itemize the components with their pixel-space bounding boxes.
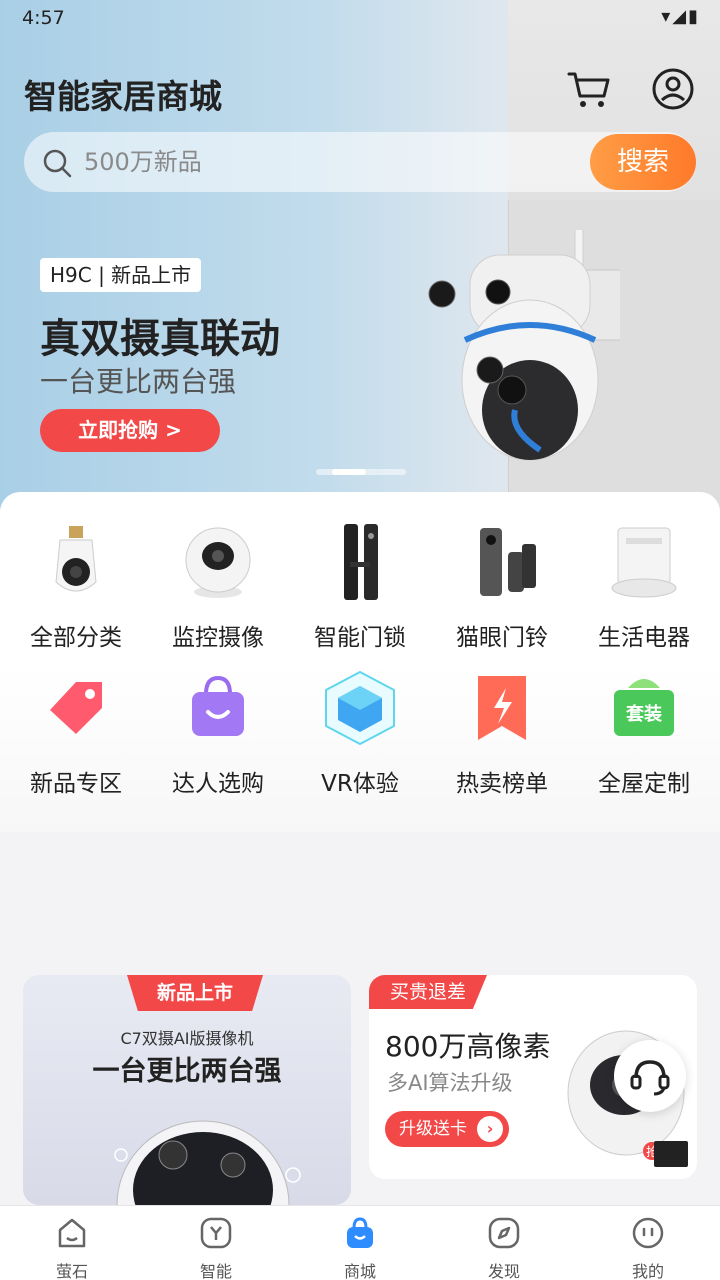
buy-now-button[interactable]: 立即抢购 > (40, 409, 220, 452)
package-label: 套装 (626, 703, 662, 725)
tag-icon (50, 682, 102, 734)
carousel-indicator (316, 469, 406, 475)
bookmark-flash-icon (478, 676, 526, 740)
category-appliances[interactable]: 生活电器 (574, 522, 714, 652)
tab-mine[interactable]: 我的 (598, 1216, 698, 1280)
smart-lock-icon (344, 524, 378, 600)
tab-discover[interactable]: 发现 (454, 1216, 554, 1280)
promo-subtitle: 多AI算法升级 (387, 1071, 513, 1095)
carousel-active-dot (332, 469, 366, 475)
category-label: 全屋定制 (598, 771, 690, 797)
bulb-camera-icon (55, 526, 97, 592)
bottom-tab-bar: 萤石 智能 商城 发现 我的 (0, 1205, 720, 1280)
hero-banner[interactable]: 4:57 ▾◢▮ 智能家居商城 搜索 H9C | 新品上市 真双摄真联动 一台更… (0, 0, 720, 510)
search-icon (43, 149, 72, 178)
compass-icon (488, 1217, 520, 1249)
cart-icon[interactable] (566, 66, 612, 112)
category-label: 新品专区 (30, 771, 122, 797)
category-label: 全部分类 (30, 625, 122, 651)
customer-service-button[interactable] (614, 1040, 686, 1112)
dual-camera-image (428, 230, 620, 461)
promo-title: 800万高像素 (385, 1030, 551, 1063)
category-all[interactable]: 全部分类 (6, 522, 146, 652)
category-smart-lock[interactable]: 智能门锁 (290, 522, 430, 652)
category-whole-home[interactable]: 套装 全屋定制 (574, 668, 714, 798)
status-icons: ▾◢▮ (661, 6, 700, 27)
shopping-bag-icon (192, 675, 244, 736)
banner-headline: 真双摄真联动 (40, 316, 280, 362)
smart-icon (200, 1217, 232, 1249)
promo-card-new[interactable]: 新品上市 C7双摄AI版摄像机 一台更比两台强 (23, 975, 351, 1205)
home-icon (58, 1218, 86, 1248)
banner-subline: 一台更比两台强 (40, 365, 237, 398)
promo-ribbon: 新品上市 (127, 975, 263, 1011)
search-bar: 搜索 (24, 132, 696, 192)
tab-label: 萤石 (55, 1262, 88, 1280)
dome-camera-icon (185, 527, 251, 598)
category-panel: 全部分类 监控摄像 智能门锁 猫眼门铃 生活电器 新品专区 达人选购 VR体验 … (0, 492, 720, 832)
doorbell-icon (480, 528, 536, 596)
profile-face-icon (632, 1217, 664, 1249)
category-expert-picks[interactable]: 达人选购 (148, 668, 288, 798)
mall-bag-icon (347, 1217, 373, 1248)
tab-label: 智能 (199, 1262, 232, 1280)
tab-label: 发现 (487, 1262, 520, 1280)
category-label: 猫眼门铃 (456, 625, 548, 651)
category-vr[interactable]: VR体验 (290, 668, 430, 798)
robot-vacuum-icon (611, 527, 677, 598)
category-new-products[interactable]: 新品专区 (6, 668, 146, 798)
vr-cube-icon (325, 670, 395, 746)
user-icon[interactable] (650, 66, 696, 112)
tab-home[interactable]: 萤石 (22, 1216, 122, 1280)
promo-model: C7双摄AI版摄像机 (120, 1029, 254, 1048)
package-icon: 套装 (614, 679, 674, 736)
search-button[interactable]: 搜索 (590, 134, 696, 190)
status-bar: 4:57 ▾◢▮ (0, 0, 720, 36)
page-title: 智能家居商城 (24, 77, 222, 116)
upgrade-gift-button[interactable]: 升级送卡 › (385, 1111, 509, 1147)
promo-ribbon: 买贵退差 (369, 975, 487, 1009)
category-surveillance[interactable]: 监控摄像 (148, 522, 288, 652)
c7-camera-image (114, 1120, 301, 1205)
headset-icon (630, 1060, 670, 1096)
tab-smart[interactable]: 智能 (166, 1216, 266, 1280)
tab-label: 商城 (343, 1262, 376, 1280)
search-input[interactable] (84, 142, 484, 182)
tab-label: 我的 (631, 1262, 664, 1280)
chevron-right-icon: › (477, 1116, 503, 1142)
banner-tag: H9C | 新品上市 (40, 258, 202, 292)
category-doorbell[interactable]: 猫眼门铃 (432, 522, 572, 652)
status-time: 4:57 (22, 7, 65, 29)
category-label: 生活电器 (598, 625, 690, 651)
promo-slogan: 一台更比两台强 (92, 1056, 282, 1087)
category-bestsellers[interactable]: 热卖榜单 (432, 668, 572, 798)
category-label: VR体验 (321, 771, 399, 797)
tab-mall[interactable]: 商城 (310, 1216, 410, 1280)
category-label: 监控摄像 (172, 625, 264, 651)
category-label: 热卖榜单 (456, 771, 548, 797)
category-label: 智能门锁 (314, 625, 406, 651)
category-label: 达人选购 (172, 771, 264, 797)
upgrade-gift-label: 升级送卡 (399, 1119, 467, 1139)
